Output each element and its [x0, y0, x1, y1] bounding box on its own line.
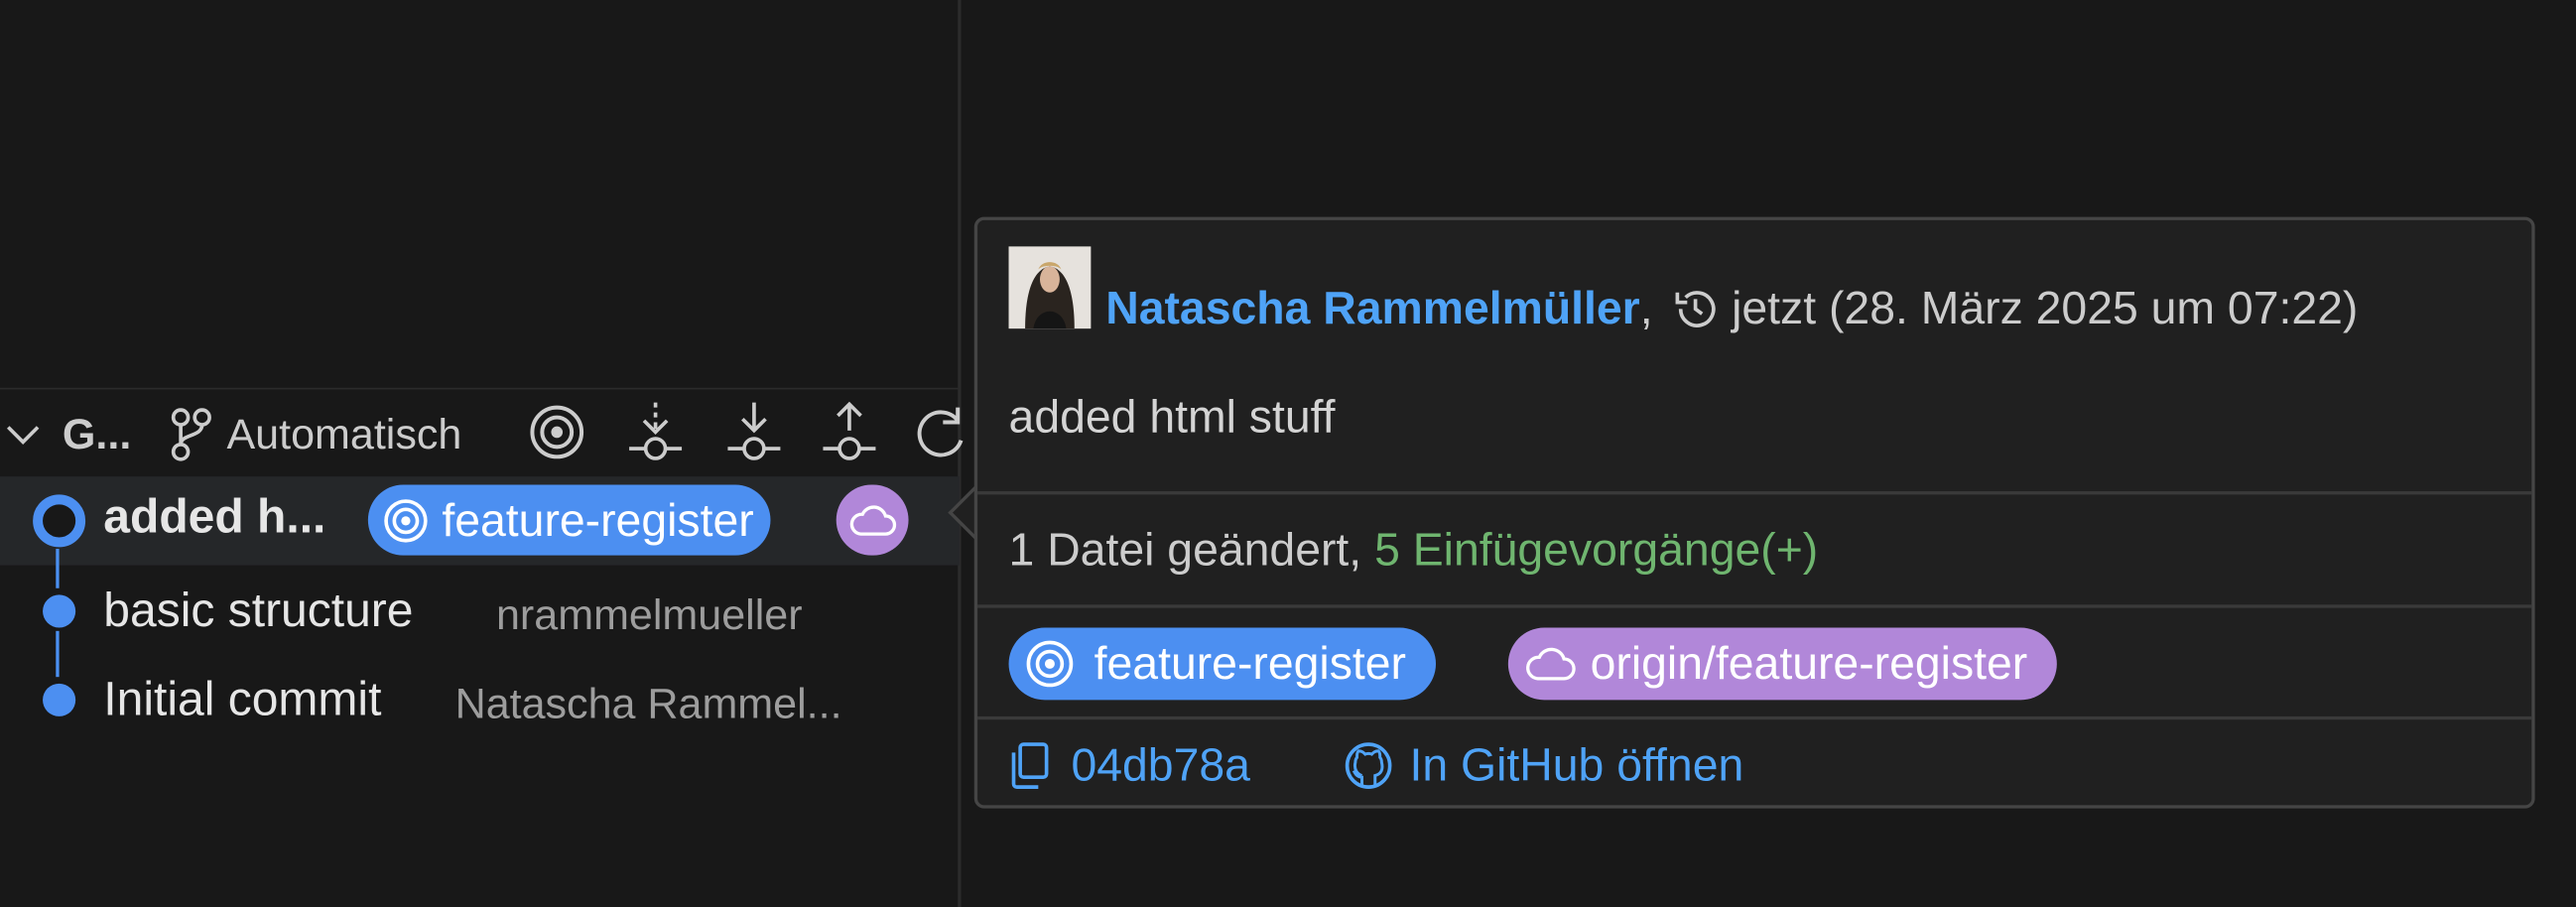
- push-icon: [820, 399, 879, 468]
- copy-icon: [1009, 741, 1052, 791]
- commit-time: jetzt (28. März 2025 um 07:22): [1732, 282, 2359, 334]
- cloud-icon: [1524, 644, 1577, 684]
- commit-sha: 04db78a: [1071, 739, 1250, 791]
- pull-icon: [724, 399, 784, 468]
- stage: G... Automatisch added h... feature-regi…: [0, 0, 2576, 907]
- section-title[interactable]: G...: [63, 408, 131, 460]
- pull-button[interactable]: [724, 399, 784, 468]
- target-icon: [1025, 639, 1075, 689]
- remote-badge[interactable]: [836, 484, 909, 556]
- commit-author: nrammelmueller: [495, 589, 803, 640]
- remote-branch-badge[interactable]: origin/feature-register: [1507, 627, 2058, 701]
- commit-author: Natascha Rammel...: [454, 678, 842, 728]
- local-branch-badge[interactable]: feature-register: [1008, 627, 1436, 701]
- divider: [977, 604, 2532, 608]
- branch-mode-button[interactable]: Automatisch: [166, 404, 461, 463]
- divider: [977, 491, 2532, 495]
- target-icon: [383, 497, 429, 543]
- author-separator: ,: [1639, 282, 1653, 334]
- git-branch-icon: [166, 404, 215, 463]
- commit-title: basic structure: [103, 584, 414, 638]
- push-button[interactable]: [820, 399, 879, 468]
- branch-badge-label: feature-register: [442, 493, 754, 545]
- local-branch-label: feature-register: [1094, 637, 1406, 689]
- collapse-toggle[interactable]: [3, 414, 43, 454]
- target-button[interactable]: [527, 403, 586, 462]
- history-icon: [1672, 286, 1718, 331]
- author-link[interactable]: Natascha Rammelmüller: [1105, 283, 1640, 335]
- commit-node: [41, 593, 76, 638]
- graph-section-header: [0, 387, 960, 481]
- copy-sha-link[interactable]: 04db78a: [1009, 739, 1250, 792]
- branch-mode-label: Automatisch: [226, 408, 462, 458]
- files-changed: 1 Datei geändert,: [1008, 524, 1375, 576]
- cloud-icon: [847, 502, 897, 538]
- remote-branch-label: origin/feature-register: [1590, 637, 2028, 689]
- refresh-button[interactable]: [915, 404, 965, 463]
- divider: [977, 715, 2532, 720]
- graph-line: [56, 630, 60, 678]
- commit-message: added html stuff: [1008, 391, 1336, 443]
- head-commit-node: [31, 493, 86, 558]
- change-stats: 1 Datei geändert, 5 Einfügevorgänge(+): [1009, 524, 1819, 577]
- fetch-icon: [626, 399, 686, 468]
- github-icon: [1344, 741, 1393, 791]
- insertions: 5 Einfügevorgänge(+): [1374, 524, 1819, 576]
- refresh-icon: [915, 404, 965, 463]
- fetch-button[interactable]: [626, 399, 686, 468]
- commit-title: Initial commit: [103, 673, 382, 726]
- open-github-link[interactable]: In GitHub öffnen: [1344, 739, 1743, 792]
- chevron-down-icon: [3, 414, 43, 454]
- commit-node: [41, 682, 76, 726]
- commit-hover-card: Natascha Rammelmüller , jetzt (28. März …: [973, 216, 2535, 809]
- commit-title: added h...: [103, 491, 326, 545]
- target-icon: [527, 403, 586, 462]
- author-line: Natascha Rammelmüller , jetzt (28. März …: [1105, 283, 2358, 335]
- branch-badge[interactable]: feature-register: [367, 484, 771, 556]
- avatar: [1008, 246, 1092, 329]
- open-github-label: In GitHub öffnen: [1409, 739, 1744, 791]
